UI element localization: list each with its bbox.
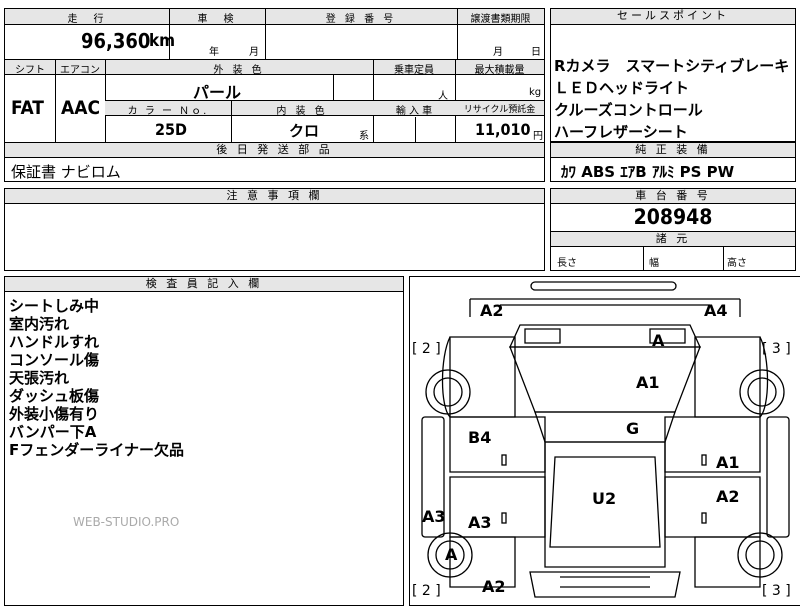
damage-label-windshield: A1 bbox=[636, 373, 660, 392]
exterior-color-header: 外 装 色 bbox=[213, 65, 265, 76]
standard-equipment-header: 純 正 装 備 bbox=[551, 143, 795, 158]
interior-color-header: 内 装 色 bbox=[276, 106, 328, 117]
inspector-line: Fフェンダーライナー欠品 bbox=[9, 441, 184, 459]
divider bbox=[333, 75, 334, 100]
standard-equipment-value: ｶﾜ ABS ｴｱB ｱﾙﾐ PS PW bbox=[561, 163, 735, 181]
chassis-value: 208948 bbox=[633, 205, 713, 229]
inspection-month: 月 bbox=[249, 47, 259, 58]
damage-label-roof: G bbox=[626, 419, 640, 438]
sales-point-line: ハーフレザーシート bbox=[554, 123, 688, 141]
divider bbox=[643, 247, 644, 270]
max-load-unit: kg bbox=[529, 87, 542, 98]
later-parts-value: 保証書 ナビロム bbox=[11, 163, 121, 181]
mileage-unit: km bbox=[149, 31, 176, 51]
divider bbox=[265, 9, 266, 59]
inspector-section: 検 査 員 記 入 欄 シートしみ中 室内汚れ ハンドルすれ コンソール傷 天張… bbox=[4, 276, 404, 606]
recycle-unit: 円 bbox=[533, 131, 543, 142]
aircon-value: AAC bbox=[61, 97, 101, 119]
interior-color-value: クロ bbox=[289, 122, 320, 140]
sales-points-header: セールスポイント bbox=[551, 9, 795, 25]
watermark: WEB-STUDIO.PRO bbox=[73, 515, 180, 529]
damage-label-rear-bumper: A2 bbox=[482, 577, 506, 596]
sales-point-line: ＬＥＤヘッドライト bbox=[554, 79, 690, 97]
dimension-height-label: 高さ bbox=[727, 258, 747, 269]
damage-label-left-rear-wheel: A bbox=[445, 545, 458, 564]
transfer-day: 日 bbox=[531, 47, 541, 58]
recycle-header: リサイクル預託金 bbox=[463, 105, 536, 115]
registration-header: 登 録 番 号 bbox=[325, 14, 397, 25]
transfer-header: 譲渡書類期限 bbox=[470, 14, 531, 25]
later-parts-section: 後 日 発 送 部 品 保証書 ナビロム bbox=[4, 142, 545, 182]
recycle-value: 11,010 bbox=[475, 120, 531, 139]
sales-points-section: セールスポイント Rカメラ スマートシティブレーキ ＬＥＤヘッドライト クルーズ… bbox=[550, 8, 796, 142]
dimensions-header: 諸 元 bbox=[551, 232, 795, 247]
damage-label-hood: A bbox=[652, 331, 665, 350]
damage-label-left-front-door: B4 bbox=[468, 428, 492, 447]
notes-header: 注 意 事 項 欄 bbox=[5, 189, 544, 204]
shift-value: FAT bbox=[11, 97, 44, 119]
bracket-left-bottom: [ 2 ] bbox=[412, 583, 441, 599]
capacity-header: 乗車定員 bbox=[394, 65, 434, 76]
damage-label-rear-window: U2 bbox=[592, 489, 617, 508]
bracket-right-bottom: [ 3 ] bbox=[762, 583, 791, 599]
color-no-value: 25D bbox=[155, 120, 187, 139]
mileage-value: 96,360 bbox=[81, 29, 151, 53]
chassis-section: 車 台 番 号 208948 bbox=[550, 188, 796, 232]
damage-label-front-right: A4 bbox=[704, 301, 728, 320]
damage-label-right-front-door: A1 bbox=[716, 453, 740, 472]
vehicle-info-table: 走 行 車 検 登 録 番 号 譲渡書類期限 96,360 km 年 月 月 日… bbox=[4, 8, 545, 144]
inspection-year: 年 bbox=[209, 47, 219, 58]
divider bbox=[457, 9, 458, 59]
notes-section: 注 意 事 項 欄 bbox=[4, 188, 545, 271]
transfer-month: 月 bbox=[493, 47, 503, 58]
later-parts-header: 後 日 発 送 部 品 bbox=[5, 143, 544, 158]
dimension-width-label: 幅 bbox=[649, 258, 659, 269]
damage-label-front-left: A2 bbox=[480, 301, 504, 320]
divider bbox=[723, 247, 724, 270]
mileage-header: 走 行 bbox=[67, 14, 107, 25]
chassis-header: 車 台 番 号 bbox=[551, 189, 795, 204]
divider bbox=[415, 117, 416, 143]
standard-equipment-section: 純 正 装 備 ｶﾜ ABS ｴｱB ｱﾙﾐ PS PW bbox=[550, 142, 796, 182]
damage-label-left-rear-door: A3 bbox=[468, 513, 492, 532]
divider bbox=[55, 59, 56, 143]
dimension-length-label: 長さ bbox=[557, 258, 577, 269]
color-no-header: カ ラ ー Ｎｏ. bbox=[127, 106, 209, 117]
shift-header: シフト bbox=[15, 65, 45, 76]
inspection-header: 車 検 bbox=[197, 14, 237, 25]
max-load-header: 最大積載量 bbox=[474, 65, 525, 76]
dimensions-section: 諸 元 長さ 幅 高さ bbox=[550, 231, 796, 271]
sales-point-line: クルーズコントロール bbox=[554, 101, 703, 119]
inspector-header: 検 査 員 記 入 欄 bbox=[5, 277, 403, 292]
damage-label-right-rear-door: A2 bbox=[716, 487, 740, 506]
car-diagram: [ 2 ] [ 3 ] [ 2 ] [ 3 ] A2 A4 A A1 G B4 … bbox=[409, 276, 800, 606]
bracket-right-top: [ 3 ] bbox=[762, 341, 791, 357]
import-header: 輸 入 車 bbox=[395, 106, 433, 117]
aircon-header: エアコン bbox=[60, 65, 100, 76]
sales-point-line: Rカメラ スマートシティブレーキ bbox=[554, 57, 790, 75]
damage-label-left-side-sill: A3 bbox=[422, 507, 446, 526]
bracket-left-top: [ 2 ] bbox=[412, 341, 441, 357]
interior-color-suffix: 系 bbox=[359, 131, 369, 142]
